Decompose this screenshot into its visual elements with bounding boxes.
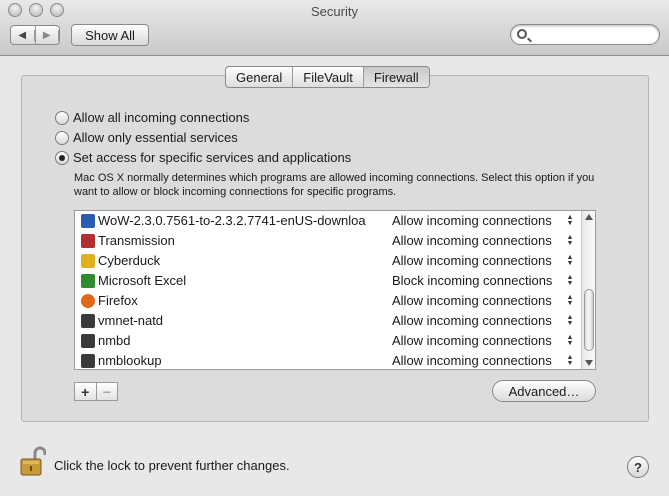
radio-button[interactable] [55, 130, 69, 145]
list-item[interactable]: nmblookup Allow incoming connections ▲ ▼ [75, 351, 583, 369]
app-name: nmblookup [98, 353, 162, 368]
lock-status-label: Click the lock to prevent further change… [54, 458, 290, 473]
connection-rule-select[interactable]: Allow incoming connections [392, 333, 552, 348]
app-name: Microsoft Excel [98, 273, 187, 288]
radio-button[interactable] [55, 110, 69, 125]
firefox-icon [81, 294, 95, 308]
radio-specific-apps[interactable]: Set access for specific services and app… [55, 150, 351, 165]
connection-rule-select[interactable]: Allow incoming connections [392, 353, 552, 368]
list-item[interactable]: Cyberduck Allow incoming connections ▲ ▼ [75, 251, 583, 271]
terminal-exec-icon [81, 354, 95, 368]
firewall-description: Mac OS X normally determines which progr… [74, 172, 595, 198]
app-name: Transmission [98, 233, 175, 248]
triangle-left-icon: ◀ [11, 29, 35, 41]
list-item[interactable]: Microsoft Excel Block incoming connectio… [75, 271, 583, 291]
app-name: Cyberduck [98, 253, 161, 268]
list-item[interactable]: nmbd Allow incoming connections ▲ ▼ [75, 331, 583, 351]
updown-arrows-icon[interactable]: ▲ ▼ [566, 234, 574, 248]
search-field[interactable] [510, 24, 660, 45]
tab-general[interactable]: General [226, 67, 294, 87]
list-item[interactable]: Firefox Allow incoming connections ▲ ▼ [75, 291, 583, 311]
add-app-button[interactable]: + [75, 383, 97, 400]
advanced-button[interactable]: Advanced… [492, 380, 596, 402]
app-name: Firefox [98, 293, 138, 308]
terminal-exec-icon [81, 334, 95, 348]
back-button[interactable]: ◀ [11, 26, 36, 44]
app-name: vmnet-natd [98, 313, 164, 328]
updown-arrows-icon[interactable]: ▲ ▼ [566, 274, 574, 288]
list-item[interactable]: vmnet-natd Allow incoming connections ▲ ▼ [75, 311, 583, 331]
list-item[interactable]: WoW-2.3.0.7561-to-2.3.2.7741-enUS-downlo… [75, 211, 583, 231]
radio-label: Allow all incoming connections [73, 110, 250, 125]
window-toolbar: Security ◀ ▶ Show All [0, 0, 669, 56]
cyberduck-icon [81, 254, 95, 268]
app-name: WoW-2.3.0.7561-to-2.3.2.7741-enUS-downlo… [98, 213, 366, 228]
tab-bar: General FileVault Firewall [225, 66, 430, 88]
show-all-button[interactable]: Show All [71, 24, 149, 46]
excel-icon [81, 274, 95, 288]
unlocked-padlock-icon[interactable] [20, 445, 46, 477]
help-icon: ? [634, 459, 642, 475]
updown-arrows-icon[interactable]: ▲ ▼ [566, 354, 574, 368]
search-icon [517, 29, 527, 39]
scroll-down-icon[interactable] [585, 360, 593, 366]
connection-rule-select[interactable]: Allow incoming connections [392, 253, 552, 268]
scroll-thumb[interactable] [584, 289, 594, 351]
updown-arrows-icon[interactable]: ▲ ▼ [566, 314, 574, 328]
updown-arrows-icon[interactable]: ▲ ▼ [566, 214, 574, 228]
radio-label: Set access for specific services and app… [73, 150, 352, 165]
radio-label: Allow only essential services [73, 130, 238, 145]
connection-rule-select[interactable]: Allow incoming connections [392, 313, 552, 328]
transmission-icon [81, 234, 95, 248]
app-name: nmbd [98, 333, 131, 348]
connection-rule-select[interactable]: Allow incoming connections [392, 233, 552, 248]
terminal-exec-icon [81, 314, 95, 328]
app-rules-list[interactable]: WoW-2.3.0.7561-to-2.3.2.7741-enUS-downlo… [74, 210, 596, 370]
connection-rule-select[interactable]: Allow incoming connections [392, 293, 552, 308]
tab-filevault[interactable]: FileVault [293, 67, 364, 87]
radio-essential-only[interactable]: Allow only essential services [55, 130, 238, 145]
updown-arrows-icon[interactable]: ▲ ▼ [566, 294, 574, 308]
back-forward-control: ◀ ▶ [10, 25, 60, 45]
updown-arrows-icon[interactable]: ▲ ▼ [566, 334, 574, 348]
connection-rule-select[interactable]: Allow incoming connections [392, 213, 552, 228]
remove-app-button[interactable]: − [97, 383, 118, 400]
list-item[interactable]: Transmission Allow incoming connections … [75, 231, 583, 251]
list-scrollbar[interactable] [581, 211, 595, 369]
add-remove-control: + − [74, 382, 118, 401]
window-title: Security [311, 4, 358, 19]
wow-downloader-icon [81, 214, 95, 228]
help-button[interactable]: ? [627, 456, 649, 478]
search-input[interactable] [533, 27, 653, 42]
updown-arrows-icon[interactable]: ▲ ▼ [566, 254, 574, 268]
scroll-up-icon[interactable] [585, 214, 593, 220]
tab-firewall[interactable]: Firewall [363, 67, 429, 87]
radio-button-selected[interactable] [55, 150, 69, 165]
connection-rule-select[interactable]: Block incoming connections [392, 273, 552, 288]
triangle-right-icon: ▶ [36, 29, 59, 41]
forward-button[interactable]: ▶ [36, 26, 59, 44]
radio-allow-all[interactable]: Allow all incoming connections [55, 110, 249, 125]
